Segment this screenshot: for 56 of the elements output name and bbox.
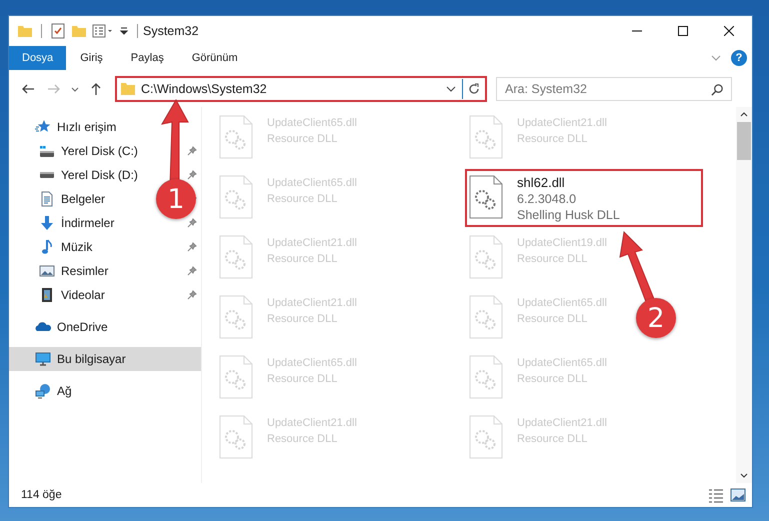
sidebar-item[interactable]: Ağ bbox=[9, 379, 78, 403]
pin-icon[interactable] bbox=[187, 146, 197, 156]
window-title: System32 bbox=[143, 24, 199, 38]
file-description: Shelling Husk DLL bbox=[517, 207, 620, 223]
ribbon-tab[interactable]: Giriş bbox=[66, 46, 117, 70]
chevron-down-icon[interactable] bbox=[740, 473, 748, 478]
details-view-icon[interactable] bbox=[708, 487, 724, 503]
sidebar-item[interactable]: Müzik bbox=[9, 235, 98, 259]
sidebar-item[interactable]: Belgeler bbox=[9, 187, 112, 211]
item-count: 114 öğe bbox=[21, 489, 62, 501]
music-note-icon bbox=[39, 239, 55, 255]
network-icon bbox=[35, 383, 51, 399]
file-name: shl62.dll bbox=[517, 175, 566, 191]
properties-icon[interactable] bbox=[92, 23, 114, 39]
chevron-up-icon[interactable] bbox=[740, 112, 748, 117]
sidebar-item[interactable]: Yerel Disk (C:) bbox=[9, 139, 144, 163]
ribbon-tab[interactable]: Görünüm bbox=[178, 46, 252, 70]
drive-icon bbox=[40, 146, 54, 156]
thumbnail-view-icon[interactable] bbox=[730, 487, 746, 503]
back-arrow-icon[interactable] bbox=[21, 82, 35, 96]
sidebar-item[interactable]: Hızlı erişim bbox=[9, 115, 122, 139]
film-icon bbox=[39, 287, 55, 303]
up-arrow-icon[interactable] bbox=[89, 82, 103, 96]
sidebar-item[interactable]: İndirmeler bbox=[9, 211, 120, 235]
file-item[interactable]: shl62.dll 6.2.3048.0 Shelling Husk DLL bbox=[465, 169, 703, 227]
search-icon bbox=[711, 83, 724, 96]
drive-icon bbox=[40, 172, 54, 178]
folder-icon bbox=[120, 81, 136, 97]
pin-icon[interactable] bbox=[187, 266, 197, 276]
checklist-icon[interactable] bbox=[50, 23, 66, 39]
pin-icon[interactable] bbox=[187, 242, 197, 252]
download-icon bbox=[39, 215, 55, 231]
maximize-icon bbox=[678, 26, 688, 36]
sidebar-item[interactable]: Videolar bbox=[9, 283, 111, 307]
search-field[interactable]: Ara: System32 bbox=[496, 77, 732, 101]
help-button[interactable]: ? bbox=[731, 50, 747, 66]
chevron-down-icon[interactable] bbox=[446, 86, 456, 92]
pin-icon[interactable] bbox=[187, 290, 197, 300]
sidebar-item[interactable]: Resimler bbox=[9, 259, 114, 283]
ribbon-tab[interactable]: Dosya bbox=[9, 46, 66, 70]
ribbon-tab[interactable]: Paylaş bbox=[116, 46, 178, 70]
refresh-icon[interactable] bbox=[467, 82, 481, 96]
picture-icon bbox=[39, 263, 55, 279]
sidebar-item[interactable]: Bu bilgisayar bbox=[9, 347, 201, 371]
address-path: C:\Windows\System32 bbox=[141, 82, 268, 96]
scrollbar[interactable] bbox=[736, 107, 752, 483]
sidebar-item[interactable]: OneDrive bbox=[9, 315, 114, 339]
monitor-icon bbox=[35, 351, 51, 367]
scrollbar-thumb[interactable] bbox=[737, 122, 751, 160]
close-icon bbox=[724, 26, 734, 36]
pin-icon[interactable] bbox=[187, 170, 197, 180]
pin-icon[interactable] bbox=[187, 218, 197, 228]
address-field[interactable]: C:\Windows\System32 bbox=[115, 76, 487, 102]
document-icon bbox=[39, 191, 55, 207]
sidebar-item[interactable]: Yerel Disk (D:) bbox=[9, 163, 144, 187]
file-version: 6.2.3048.0 bbox=[517, 191, 578, 207]
